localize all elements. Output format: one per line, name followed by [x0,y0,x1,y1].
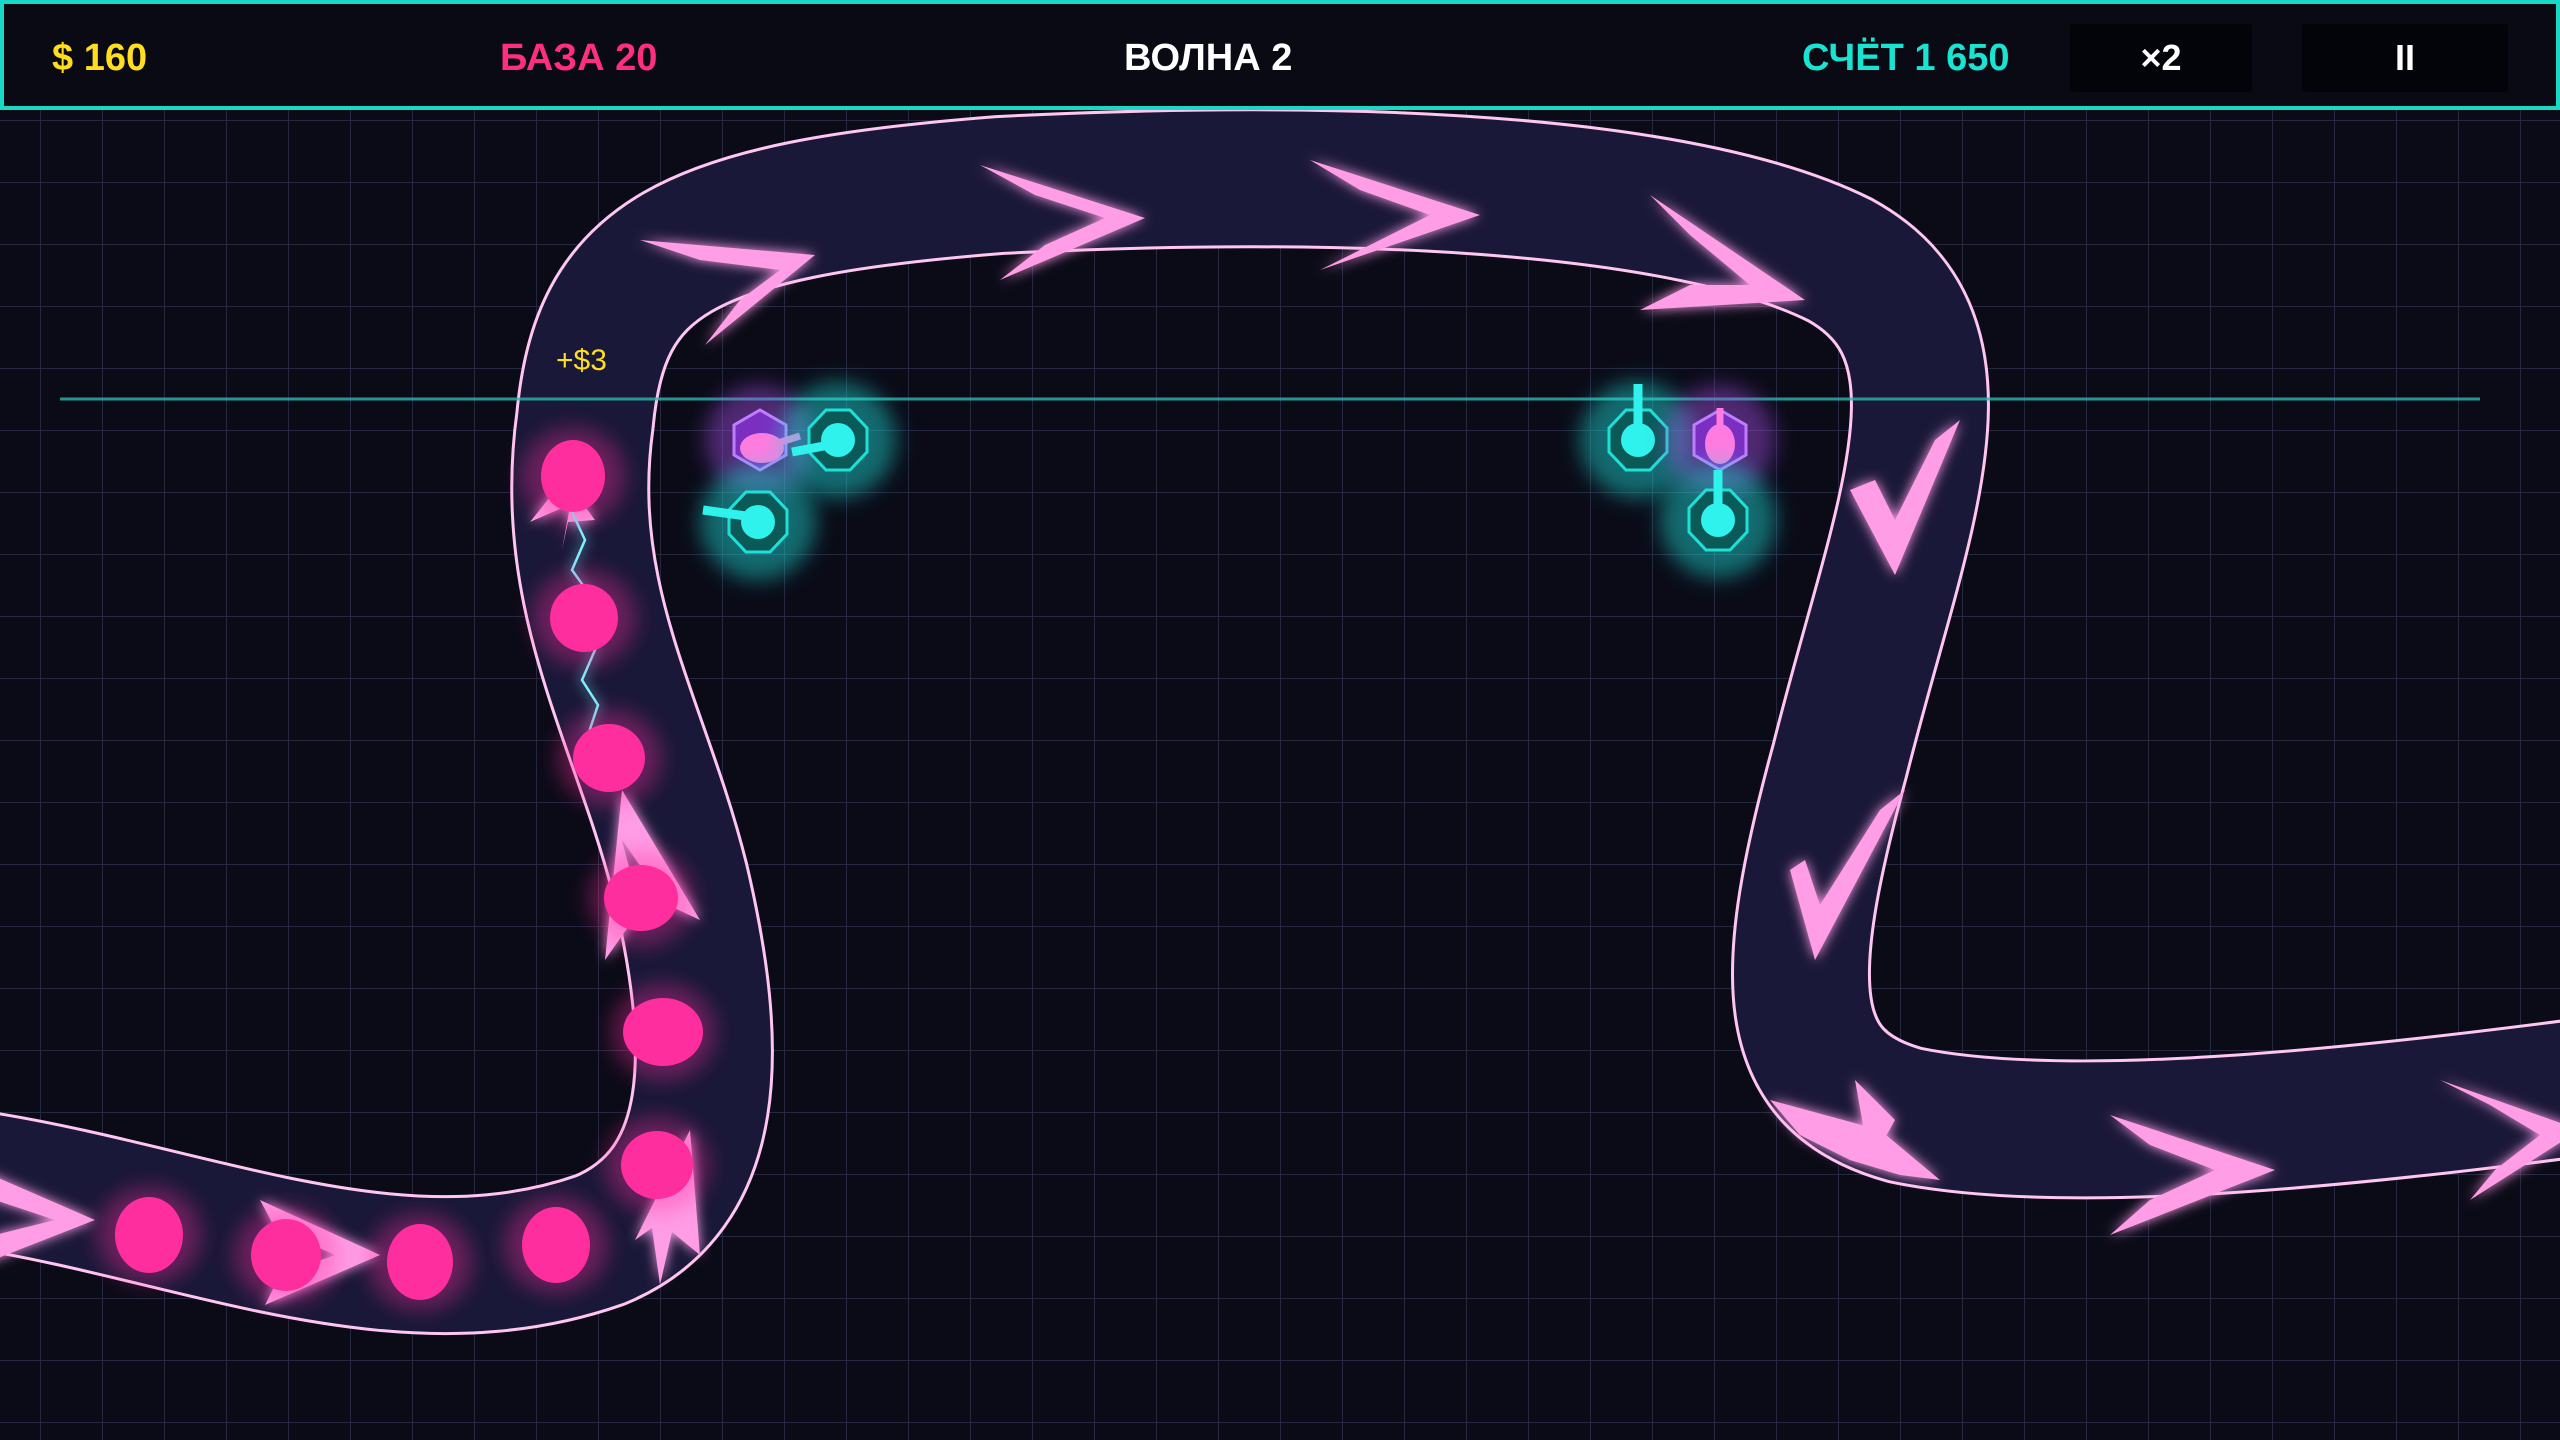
hud-bar: $ 160 БАЗА 20 ВОЛНА 2 СЧЁТ 1 650 ×2 II [0,0,2560,110]
reward-popup: +$3 [556,344,607,377]
enemy [623,998,703,1066]
score-counter: СЧЁТ 1 650 [1802,37,2010,79]
base-health: БАЗА 20 [500,37,658,79]
enemy [550,584,618,652]
enemy [522,1207,590,1283]
enemy [115,1197,183,1273]
pause-button[interactable]: II [2302,24,2508,92]
enemy [604,865,678,931]
speed-button[interactable]: ×2 [2070,24,2252,92]
enemy [387,1224,453,1300]
enemy [573,724,645,792]
laser-tower[interactable] [700,464,816,580]
game-field[interactable]: +$3 [0,110,2560,1440]
enemy [621,1131,693,1199]
enemy [541,440,605,512]
laser-tower[interactable] [1660,462,1776,578]
wave-counter: ВОЛНА 2 [1124,37,1293,79]
enemy [251,1219,321,1291]
money-counter: $ 160 [52,37,148,79]
